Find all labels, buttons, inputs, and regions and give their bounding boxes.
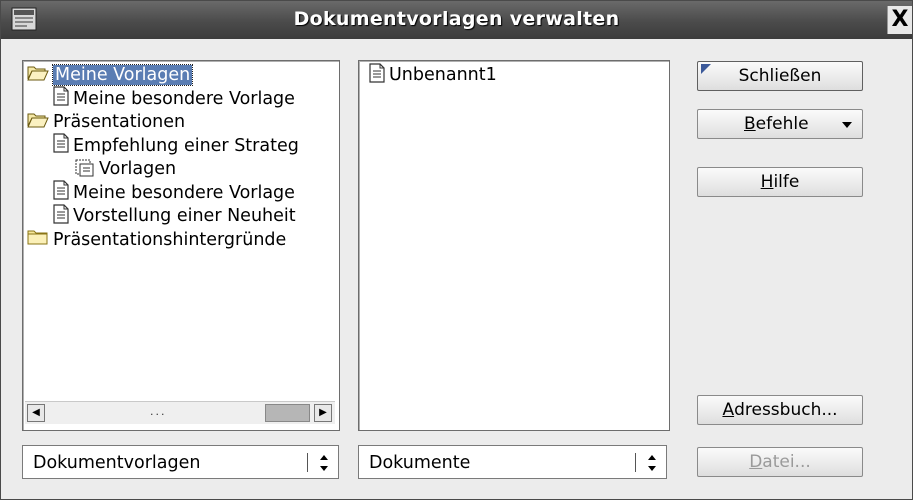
tree-item[interactable]: Meine besondere Vorlage [53, 86, 295, 111]
window-title: Dokumentvorlagen verwalten [293, 8, 620, 30]
tree-item-label: Meine besondere Vorlage [73, 182, 295, 203]
commands-button[interactable]: Befehle [697, 109, 863, 139]
spin-arrows-icon [320, 455, 328, 471]
tree-item[interactable]: Meine besondere Vorlage [53, 180, 295, 205]
right-source-select[interactable]: Dokumente [358, 445, 667, 479]
tree-item-label: Meine Vorlagen [51, 64, 194, 86]
tree-item-label: Präsentationen [53, 112, 186, 132]
folder-open-icon [27, 64, 49, 87]
close-window-button[interactable]: X [887, 6, 912, 34]
document-icon [369, 62, 385, 88]
left-source-select[interactable]: Dokumentvorlagen [22, 445, 339, 479]
tree-item[interactable]: Empfehlung einer Strateg [53, 133, 299, 158]
tree-item[interactable]: Präsentationshintergründe [27, 228, 286, 252]
tree-item[interactable]: Präsentationen [27, 110, 185, 134]
close-button[interactable]: Schließen [697, 61, 863, 91]
scrollbar-thumb[interactable] [265, 404, 310, 422]
tree-item-label: Empfehlung einer Strateg [73, 135, 299, 156]
scrollbar-grip: ... [150, 405, 167, 418]
help-button[interactable]: Hilfe [697, 167, 863, 197]
template-manager-dialog: Dokumentvorlagen verwalten X Meine Vorla… [0, 0, 913, 500]
scroll-right-button[interactable]: ▶ [314, 404, 332, 422]
default-button-marker [701, 64, 711, 74]
title-bar[interactable]: Dokumentvorlagen verwalten X [1, 1, 912, 39]
document-icon [53, 133, 69, 158]
tree-item[interactable]: Vorlagen [75, 157, 176, 181]
horizontal-scrollbar[interactable]: ◀ ... ▶ [25, 401, 335, 424]
tree-item-label: Meine besondere Vorlage [73, 88, 295, 109]
tree-item[interactable]: Meine Vorlagen [27, 63, 194, 87]
folder-closed-icon [27, 228, 49, 251]
tree-item[interactable]: Vorstellung einer Neuheit [53, 203, 296, 229]
styles-icon [75, 157, 95, 182]
tree-item-label: Vorstellung einer Neuheit [73, 206, 296, 226]
tree-item-label: Präsentationshintergründe [53, 229, 287, 250]
scroll-left-button[interactable]: ◀ [27, 404, 45, 422]
document-icon [53, 180, 69, 205]
file-button[interactable]: Datei... [697, 447, 863, 477]
document-icon [53, 203, 69, 229]
folder-open-icon [27, 111, 49, 134]
dropdown-arrow-icon [842, 122, 852, 128]
addressbook-button[interactable]: Adressbuch... [697, 395, 863, 425]
select-separator [307, 453, 308, 472]
document-item-label: Unbenannt1 [389, 65, 497, 85]
documents-list[interactable]: Unbenannt1 [358, 60, 670, 431]
document-icon [53, 86, 69, 111]
template-categories-tree[interactable]: Meine Vorlagen Meine besondere Vorlage Prä… [22, 60, 340, 431]
select-separator [635, 453, 636, 472]
spin-arrows-icon [648, 455, 656, 471]
tree-item-label: Vorlagen [99, 159, 177, 179]
document-item[interactable]: Unbenannt1 [369, 62, 497, 88]
